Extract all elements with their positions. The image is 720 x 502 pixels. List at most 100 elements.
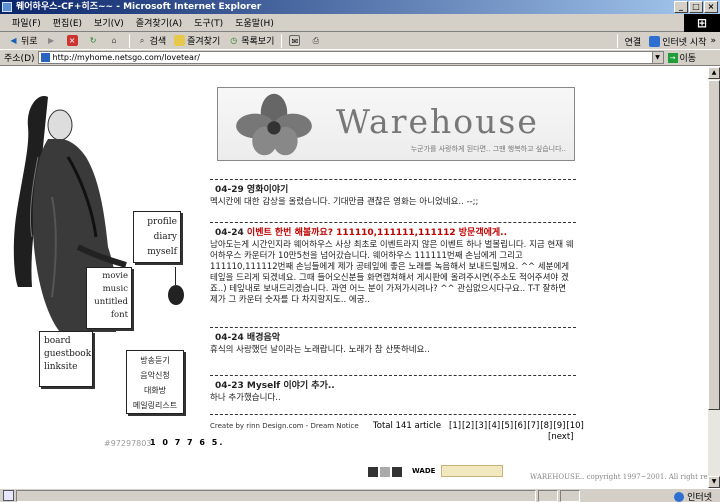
links-label[interactable]: 연결 — [621, 35, 646, 48]
nav-card-media: movie music untitled font — [86, 267, 132, 329]
post-body: 남아도는게 시간인지라 웨어하우스 사상 최초로 이벤트라지 않은 이벤트 하나… — [210, 240, 574, 305]
nav-guestbook-link[interactable]: guestbook — [44, 348, 91, 361]
ie-app-icon — [2, 2, 12, 12]
page-viewport: profile diary myself movie music untitle… — [0, 67, 720, 488]
total-count: Total 141 article — [373, 421, 442, 431]
page-link[interactable]: [2] — [462, 421, 474, 431]
post-date: 04-24 — [215, 228, 247, 238]
address-url: http://myhome.netsgo.com/lovetear/ — [52, 53, 200, 62]
toolbar: ◀ 뒤로 ▶ × ↻ ⌂ ⌕ 검색 즐겨찾기 ◷ 목록보기 ✉ ⎙ 연결 인터넷… — [0, 32, 720, 50]
chevron-right-icon[interactable]: » — [710, 36, 716, 46]
page-link[interactable]: [8] — [540, 421, 552, 431]
nav-diary-link[interactable]: diary — [134, 230, 177, 245]
forward-button[interactable]: ▶ — [42, 35, 63, 46]
status-segment — [538, 489, 558, 502]
vertical-scrollbar[interactable]: ▲ ▼ — [708, 67, 720, 488]
internet-start-label: 인터넷 시작 — [662, 37, 707, 48]
home-icon: ⌂ — [111, 36, 117, 45]
internet-start-link[interactable]: 인터넷 시작 — [645, 35, 710, 48]
post-title[interactable]: 04-29 영화이야기 — [210, 179, 576, 195]
nav-broadcast-link[interactable]: 방송듣기 — [129, 353, 181, 368]
nav-board-link[interactable]: board — [44, 335, 89, 348]
scroll-down-icon[interactable]: ▼ — [708, 476, 720, 488]
status-bar: 인터넷 — [0, 488, 720, 502]
chevron-down-icon[interactable]: ▼ — [651, 52, 663, 63]
page-link[interactable]: [4] — [488, 421, 500, 431]
site-logo-text: Warehouse — [336, 102, 539, 141]
page-link[interactable]: [1] — [449, 421, 461, 431]
go-button[interactable]: → 이동 — [667, 51, 697, 64]
windows-logo-icon: ⊞ — [684, 14, 720, 32]
nav-movie-link[interactable]: movie — [87, 270, 128, 283]
back-label: 뒤로 — [21, 37, 38, 47]
history-label: 목록보기 — [241, 37, 275, 47]
stop-button[interactable]: × — [63, 35, 84, 46]
menu-tools[interactable]: 도구(T) — [188, 16, 229, 29]
ad-banner[interactable] — [441, 465, 504, 477]
nav-font-link[interactable]: font — [87, 309, 128, 322]
page-link[interactable]: [6] — [514, 421, 526, 431]
address-bar: 주소(D) http://myhome.netsgo.com/lovetear/… — [0, 50, 720, 66]
search-button[interactable]: ⌕ 검색 — [133, 34, 171, 47]
nav-request-link[interactable]: 음악신청 — [129, 368, 181, 383]
scroll-up-icon[interactable]: ▲ — [708, 67, 720, 79]
address-input[interactable]: http://myhome.netsgo.com/lovetear/ ▼ — [37, 51, 664, 64]
links-area: 연결 인터넷 시작 » — [614, 32, 716, 50]
copyright-text: WAREHOUSE.. copyright 1997~2001. All rig… — [530, 473, 720, 481]
print-button[interactable]: ⎙ — [306, 35, 327, 46]
nav-card-personal: profile diary myself — [133, 211, 181, 263]
nav-untitled-link[interactable]: untitled — [87, 296, 128, 309]
page-link[interactable]: [9] — [553, 421, 565, 431]
nav-chatroom-link[interactable]: 대화방 — [129, 383, 181, 398]
post-title-highlight: 이벤트 한번 해볼까요? 111110,111111,111112 방문객에게.… — [246, 228, 507, 238]
post-item: 04-23 Myself 이야기 추가.. 하나 추가했습니다.. — [210, 375, 576, 404]
refresh-button[interactable]: ↻ — [84, 35, 105, 46]
nav-linksite-link[interactable]: linksite — [44, 361, 89, 374]
menu-help[interactable]: 도움말(H) — [229, 16, 280, 29]
post-body: 멕시칸에 대한 감상을 올렸습니다. 기대만큼 괜찮은 영화는 아니었네요.. … — [210, 197, 479, 207]
nav-music-link[interactable]: music — [87, 283, 128, 296]
address-label: 주소(D) — [4, 54, 35, 64]
post-title[interactable]: 04-23 Myself 이야기 추가.. — [210, 375, 576, 391]
menu-view[interactable]: 보기(V) — [88, 16, 130, 29]
page-link[interactable]: [7] — [527, 421, 539, 431]
post-title[interactable]: 04-24 배경음악 — [210, 327, 576, 343]
next-page-link[interactable]: [next] — [548, 432, 573, 442]
credit-link[interactable]: Create by rinn Design.com - Dream Notice — [210, 422, 359, 430]
menu-bar: 파일(F) 편집(E) 보기(V) 즐겨찾기(A) 도구(T) 도움말(H) — [0, 14, 720, 32]
history-button[interactable]: ◷ 목록보기 — [224, 34, 278, 47]
close-button[interactable]: × — [704, 1, 718, 13]
zone-label: 인터넷 — [687, 493, 712, 502]
post-item: 04-29 영화이야기 멕시칸에 대한 감상을 올렸습니다. 기대만큼 괜찮은 … — [210, 179, 576, 208]
ie-page-icon — [649, 35, 661, 47]
minimize-button[interactable]: _ — [674, 1, 688, 13]
search-label: 검색 — [149, 37, 167, 47]
menu-edit[interactable]: 편집(E) — [47, 16, 88, 29]
favorites-folder-icon — [174, 35, 186, 46]
window-controls: _ □ × — [674, 1, 718, 13]
menu-favorites[interactable]: 즐겨찾기(A) — [130, 16, 188, 29]
pagination: [1][2][3][4][5][6][7][8][9][10] — [449, 421, 585, 431]
maximize-button[interactable]: □ — [689, 1, 703, 13]
page-link[interactable]: [5] — [501, 421, 513, 431]
nav-card-community: board guestbook linksite — [39, 331, 93, 387]
page-done-icon — [3, 490, 14, 501]
nav-mailinglist-link[interactable]: 메일링리스트 — [129, 398, 181, 413]
back-button[interactable]: ◀ 뒤로 — [4, 34, 42, 47]
security-zone: 인터넷 — [674, 490, 712, 502]
favorites-button[interactable]: 즐겨찾기 — [170, 34, 224, 47]
page-link[interactable]: [3] — [475, 421, 487, 431]
page-link[interactable]: [10] — [566, 421, 583, 431]
home-button[interactable]: ⌂ — [105, 35, 126, 46]
go-label: 이동 — [679, 54, 697, 64]
post-title[interactable]: 04-24 이벤트 한번 해볼까요? 111110,111111,111112 … — [210, 222, 576, 238]
nav-myself-link[interactable]: myself — [134, 245, 177, 260]
nav-card-korean: 방송듣기 음악신청 대화방 메일링리스트 — [126, 350, 184, 414]
ad-tag: WADE — [412, 467, 436, 475]
visitor-counter: 1 0 7 7 6 5. — [150, 438, 225, 447]
nav-profile-link[interactable]: profile — [134, 215, 177, 230]
scroll-thumb[interactable] — [708, 80, 720, 410]
menu-file[interactable]: 파일(F) — [6, 16, 47, 29]
mail-button[interactable]: ✉ — [285, 35, 306, 46]
square-icon — [380, 467, 390, 477]
